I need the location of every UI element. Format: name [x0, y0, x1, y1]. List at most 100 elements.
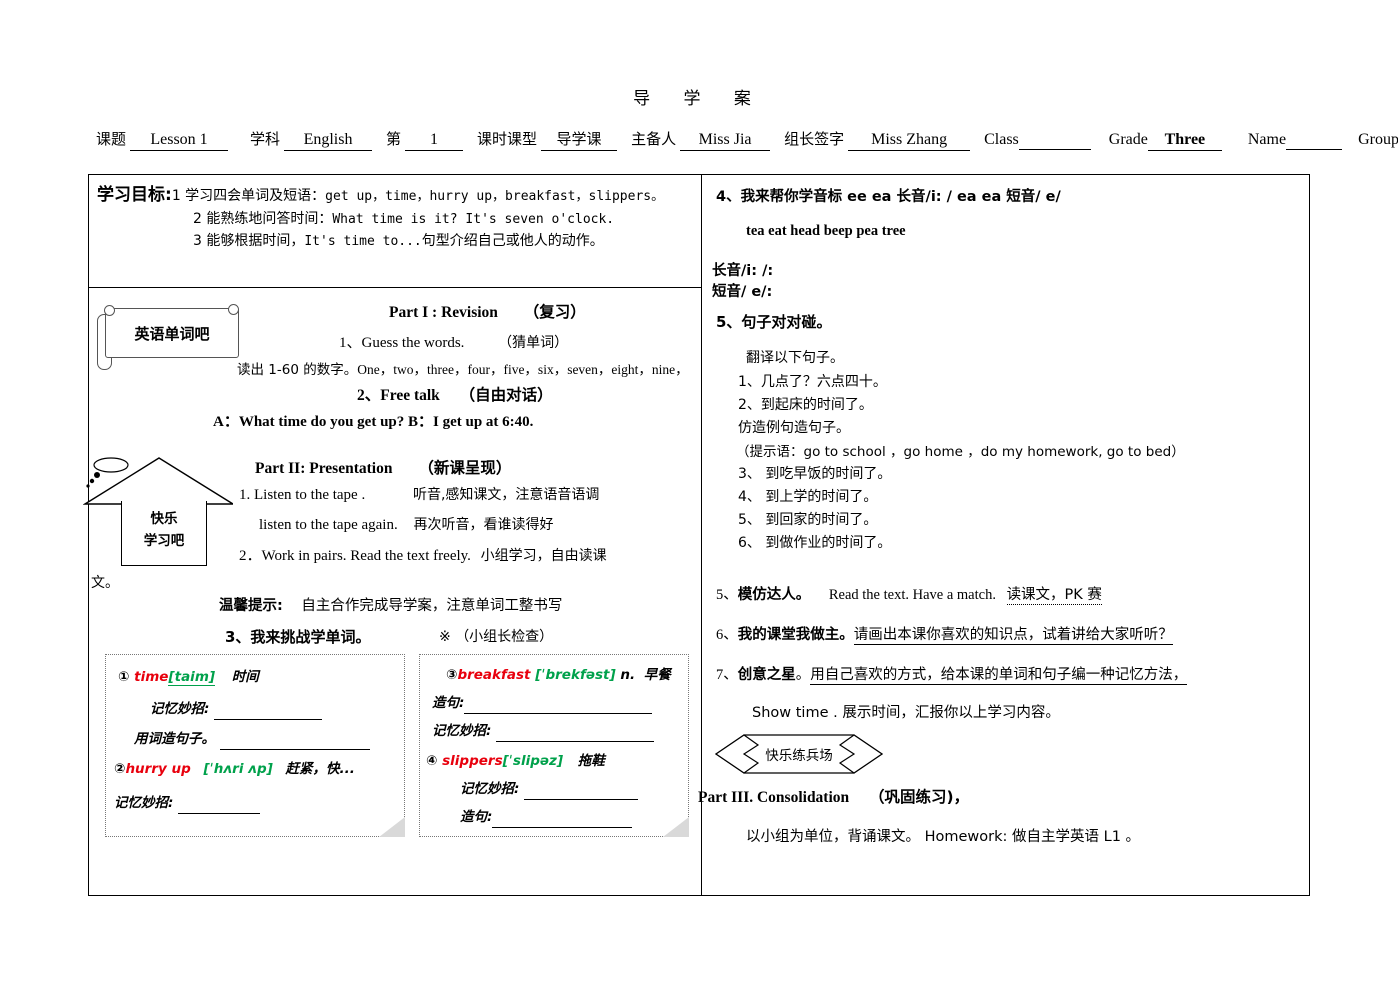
- left-column: 学习目标:1 学习四会单词及短语：get up，time，hurry up，br…: [83, 175, 701, 895]
- long-vowel-label: 长音/i: /:: [712, 263, 774, 279]
- numbers-line: 读出 1-60 的数字。One，two，three，four，five，six，…: [237, 358, 689, 378]
- objectives-heading: 学习目标:: [97, 185, 172, 205]
- worksheet-page: 导 学 案 课题 Lesson 1 学科 English 第 1 课时课型 导学…: [0, 0, 1398, 982]
- vocab-1-sentence-blank[interactable]: [219, 733, 370, 750]
- vocab-word-1: ① time[taim] 时间: [118, 665, 259, 686]
- house-graphic: 快乐 学习吧: [83, 456, 233, 566]
- practice-banner: 快乐练兵场: [714, 731, 884, 777]
- part2-title-cn: （新课呈现）: [418, 459, 512, 477]
- vocab-word-3: ③breakfast [ˈbrekfəst] n. 早餐: [446, 663, 671, 683]
- period-value[interactable]: 导学课: [541, 128, 618, 151]
- subject-label: 学科: [250, 130, 281, 148]
- lesson-plan-table: 学习目标:1 学习四会单词及短语：get up，time，hurry up，br…: [83, 174, 1310, 896]
- vocab-word-4: ④ slippers[ˈslipəz] 拖鞋: [426, 749, 605, 769]
- vocab-2-word: hurry up: [125, 761, 191, 777]
- vocab-box-2: ③breakfast [ˈbrekfəst] n. 早餐 造句: 记忆妙招: ④: [419, 654, 689, 837]
- group-check-note: ※ （小组长检查）: [439, 626, 553, 646]
- house-line-1: 快乐: [150, 511, 178, 527]
- vocab-1-phonetic: [taim]: [168, 669, 216, 686]
- numbers-en: One，two，three，four，five，six，seven，eight，…: [357, 362, 689, 377]
- vocab-4-tip-row: 记忆妙招:: [460, 777, 639, 800]
- banner-label: 快乐练兵场: [765, 748, 833, 764]
- vocab-1-sentence-row: 用词造句子。: [134, 727, 370, 750]
- vocab-2-tip-blank[interactable]: [178, 797, 261, 814]
- scroll-knob-left-icon: [104, 305, 115, 316]
- vocab-1-tip-row: 记忆妙招:: [150, 697, 323, 720]
- scroll-label: 英语单词吧: [134, 324, 210, 343]
- vocab-4-word: slippers: [442, 753, 503, 769]
- vocab-4-sentence-blank[interactable]: [492, 811, 633, 828]
- page-fold-icon: [379, 817, 405, 837]
- vocab-1-tip-blank[interactable]: [214, 703, 323, 720]
- vocab-4-sentence-row: 造句:: [460, 805, 633, 828]
- phonetics-heading: 4、我来帮你学音标 ee ea 长音/i: / ea ea 短音/ e/: [716, 189, 1061, 205]
- author-value[interactable]: Miss Jia: [680, 131, 771, 151]
- leader-value[interactable]: Miss Zhang: [848, 131, 971, 151]
- vocab-4-sentence-label: 造句:: [460, 809, 493, 825]
- word-bar-scroll: 英语单词吧: [93, 302, 241, 370]
- star-row: 7、创意之星。用自己喜欢的方式，给本课的单词和句子编一种记忆方法，: [716, 663, 1188, 685]
- grade-label: Grade: [1108, 131, 1148, 148]
- tip-label: 温馨提示:: [219, 598, 283, 614]
- translate-item-5: 5、 到回家的时间了。: [738, 512, 878, 528]
- part3-title: Part III. Consolidation （巩固练习)，: [698, 785, 969, 807]
- vocab-3-sentence-blank[interactable]: [464, 697, 653, 714]
- guess-words-cn: （猜单词）: [498, 335, 569, 351]
- class-label: Class: [984, 131, 1019, 148]
- step1-en: 1. Listen to the tape .: [239, 487, 366, 503]
- vocab-3-tip-blank[interactable]: [496, 725, 655, 742]
- free-talk-line: 2、Free talk （自由对话）: [357, 383, 553, 405]
- tip-text: 自主合作完成导学案，注意单词工整书写: [301, 598, 563, 614]
- check-mark-icon: ※: [439, 629, 451, 645]
- free-talk-en: 2、Free talk: [357, 387, 440, 404]
- vocab-4-tip-blank[interactable]: [524, 783, 639, 800]
- vocab-2-meaning: 赶紧，快...: [285, 761, 355, 777]
- left-body: 英语单词吧 Part I : Revision （复习） 1、Guess the…: [83, 288, 701, 895]
- number-value[interactable]: 1: [405, 131, 464, 151]
- period-label: 课时课型: [477, 130, 538, 148]
- vocab-4-num: ④: [426, 753, 438, 769]
- vocab-3-tip-row: 记忆妙招:: [432, 719, 655, 742]
- sentence-match-heading: 5、句子对对碰。: [716, 313, 832, 331]
- translate-item-6: 6、 到做作业的时间了。: [738, 535, 892, 551]
- vocab-3-tip-label: 记忆妙招:: [432, 723, 492, 739]
- part2-title: Part II: Presentation （新课呈现）: [255, 456, 511, 478]
- vocab-4-tip-label: 记忆妙招:: [460, 781, 520, 797]
- vocab-2-tip-label: 记忆妙招:: [114, 795, 174, 811]
- myclass-text: 请画出本课你喜欢的知识点，试着讲给大家听听？: [853, 627, 1173, 645]
- objective-3-en: It's time to...: [304, 234, 422, 250]
- step1b-en: listen to the tape again.: [259, 517, 398, 533]
- objective-3-cn: 3 能够根据时间，: [193, 233, 305, 250]
- homework-line: 以小组为单位，背诵课文。 Homework: 做自主学英语 L1 。: [746, 829, 1141, 845]
- vocab-4-phonetic: [ˈslipəz]: [502, 753, 564, 769]
- vocab-1-tip-label: 记忆妙招:: [150, 701, 210, 717]
- subject-value[interactable]: English: [284, 131, 373, 151]
- grade-value[interactable]: Three: [1147, 131, 1222, 151]
- step1-line: 1. Listen to the tape . 听音,感知课文，注意语音语调: [239, 484, 599, 504]
- imitate-cn: 读课文，PK 赛: [1006, 587, 1102, 605]
- step1-cn: 听音,感知课文，注意语音语调: [412, 487, 600, 503]
- guess-words-line: 1、Guess the words. （猜单词）: [339, 331, 568, 352]
- name-label: Name: [1247, 131, 1287, 148]
- phonetics-words: tea eat head beep pea tree: [746, 223, 906, 239]
- vocab-word-2: ②hurry up [ˈhʌri ʌp] 赶紧，快...: [114, 757, 355, 777]
- step2-line: 2．Work in pairs. Read the text freely. 小…: [239, 544, 607, 565]
- class-blank[interactable]: [1018, 131, 1091, 150]
- objective-1-en: get up，time，hurry up，breakfast，slippers。: [325, 189, 665, 204]
- page-title: 导 学 案: [633, 89, 765, 109]
- part2-title-en: Part II: Presentation: [255, 460, 393, 477]
- name-blank[interactable]: [1286, 131, 1343, 150]
- vocab-3-meaning: 早餐: [643, 667, 671, 683]
- short-vowel-label: 短音/ e/:: [712, 284, 773, 300]
- step1b-line: listen to the tape again. 再次听音，看谁读得好: [259, 514, 553, 534]
- imitate-number: 5、: [716, 587, 738, 603]
- translate-item-1: 1、几点了？六点四十。: [738, 374, 887, 390]
- vocab-1-num: ①: [118, 669, 130, 685]
- right-column: 4、我来帮你学音标 ee ea 长音/i: / ea ea 短音/ e/ tea…: [698, 175, 1309, 895]
- topic-value[interactable]: Lesson 1: [130, 131, 229, 151]
- check-text: （小组长检查）: [455, 629, 554, 645]
- pattern-hint: （提示语：go to school ，go home ，do my homewo…: [736, 444, 1185, 460]
- meta-header: 课题 Lesson 1 学科 English 第 1 课时课型 导学课 主备人 …: [96, 128, 1398, 151]
- topic-label: 课题: [96, 130, 127, 148]
- page-fold-icon: [663, 817, 689, 837]
